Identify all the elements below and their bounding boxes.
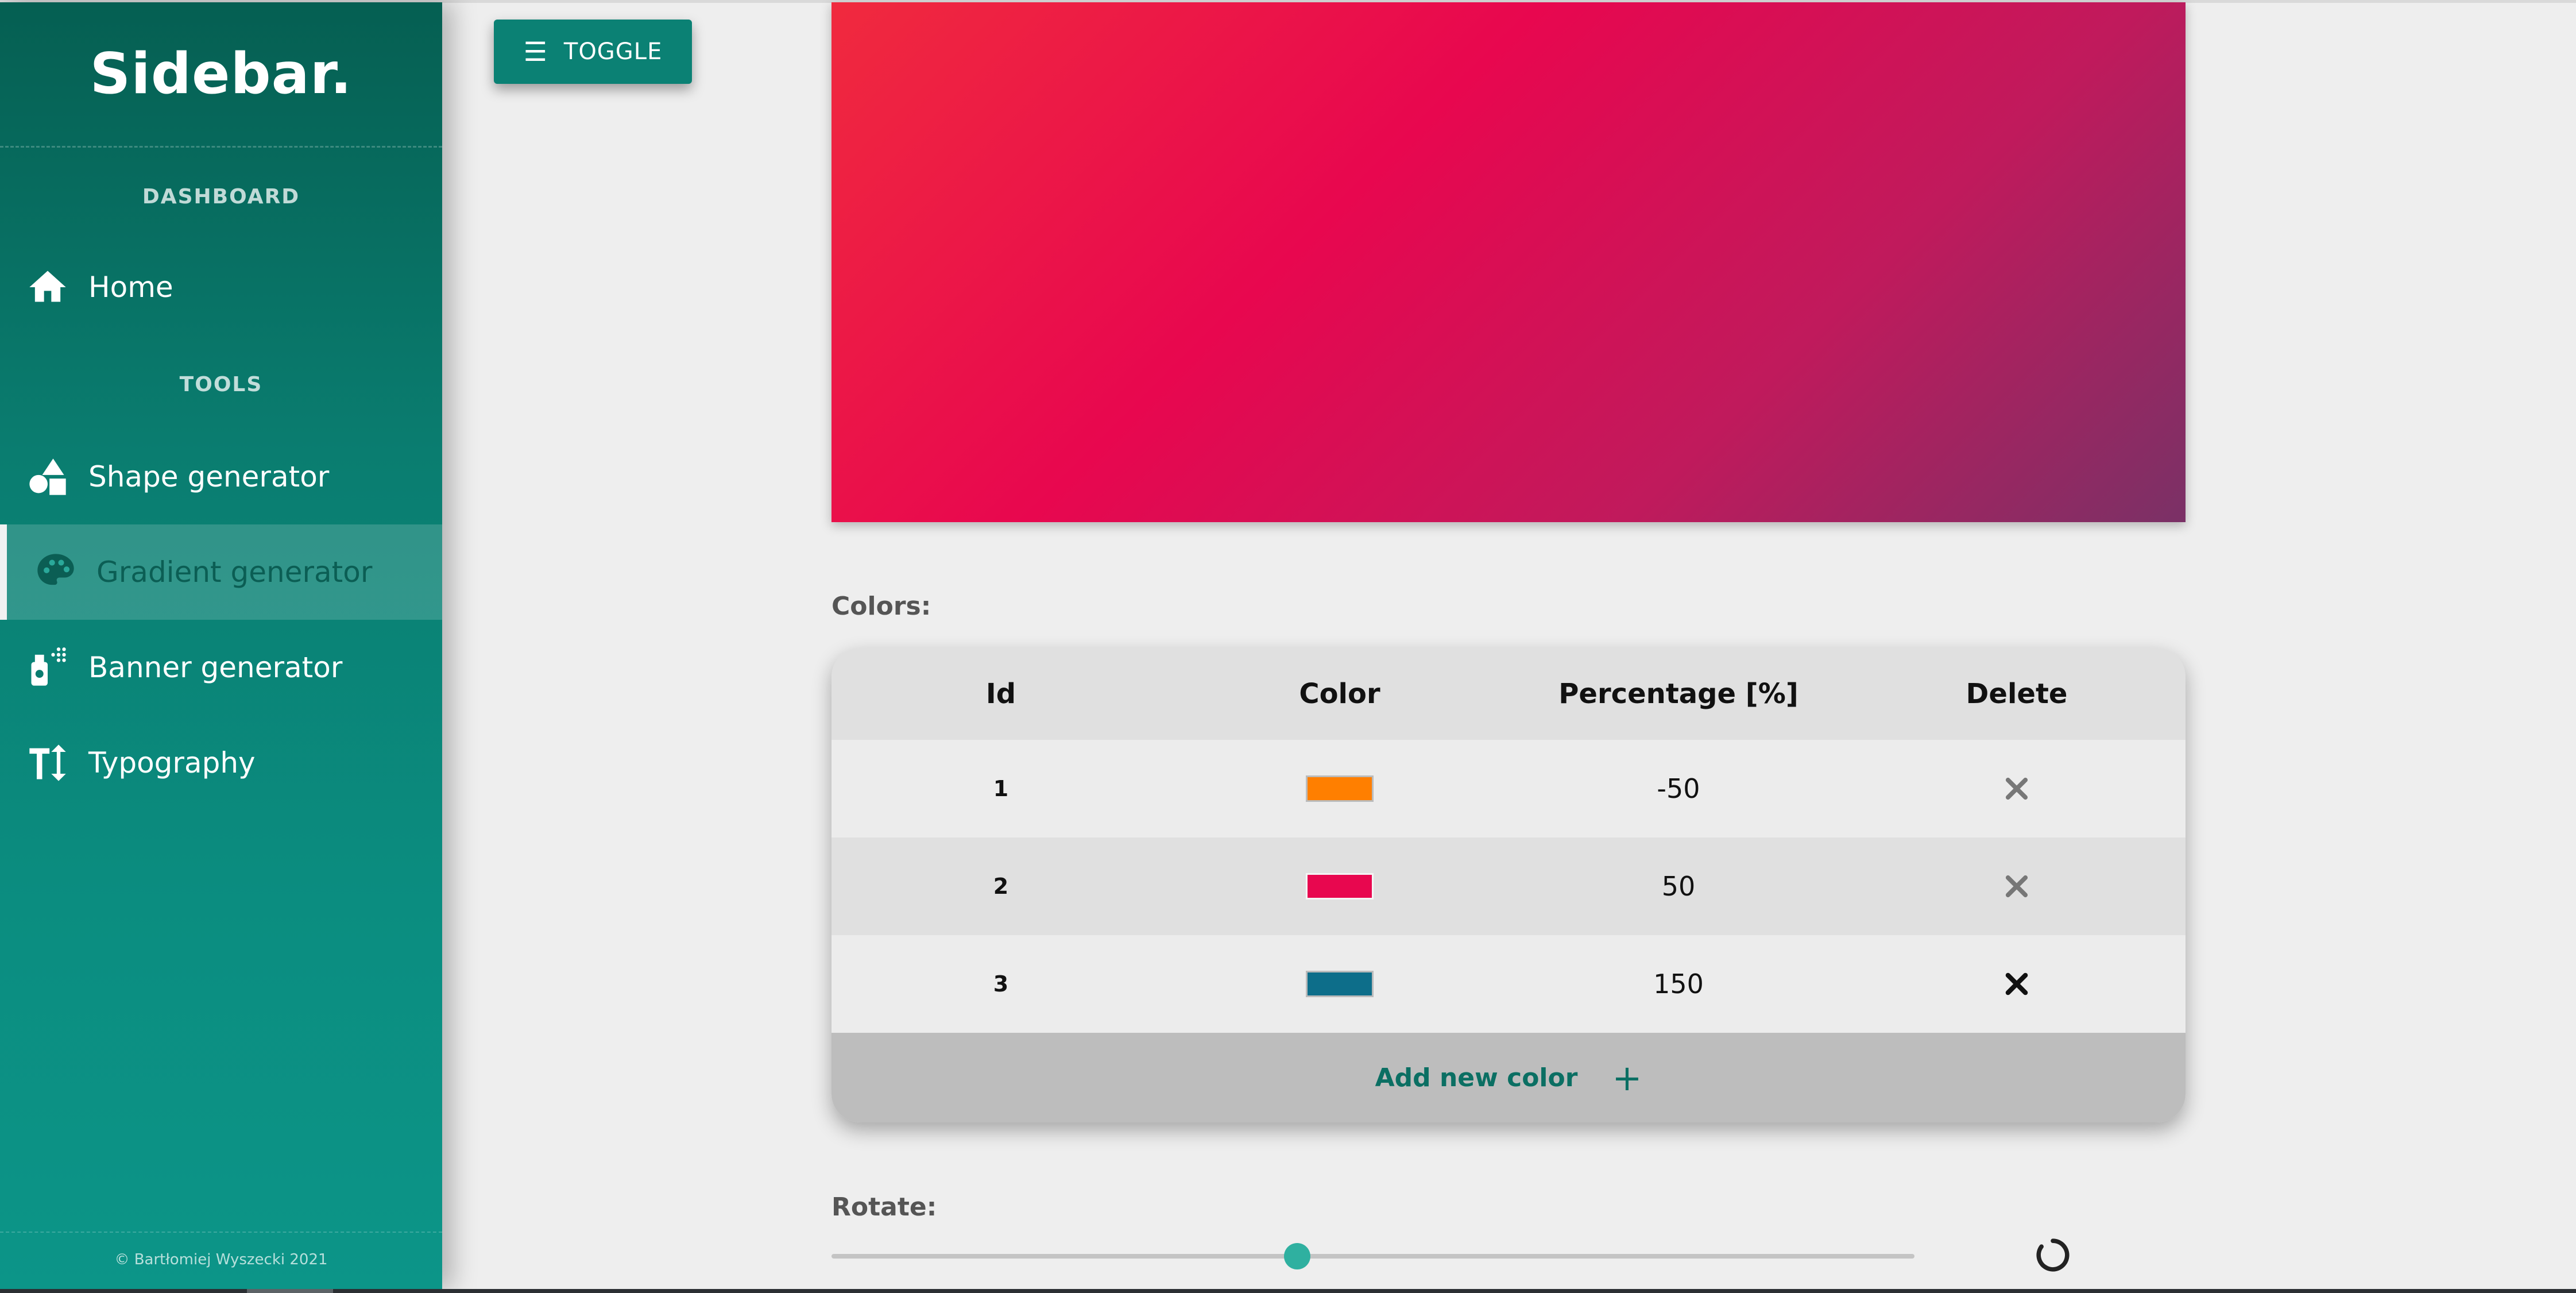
rotate-label: Rotate:: [831, 1192, 937, 1222]
copyright-text: © Bartłomiej Wyszecki 2021: [0, 1232, 442, 1268]
color-cell: [1170, 837, 1509, 935]
toggle-label: TOGGLE: [563, 38, 663, 65]
table-row: 2 50: [831, 837, 2186, 935]
close-icon: [2005, 875, 2028, 898]
close-icon: [2005, 972, 2028, 995]
plus-icon: +: [1612, 1056, 1642, 1099]
sidebar-item-label: Shape generator: [88, 460, 330, 493]
add-color-button[interactable]: Add new color +: [831, 1033, 2186, 1122]
color-cell: [1170, 935, 1509, 1033]
section-tools: TOOLS: [179, 373, 263, 396]
table-row: 3 150: [831, 935, 2186, 1033]
delete-button[interactable]: [1848, 837, 2186, 935]
spray-can-icon: [22, 642, 74, 693]
rotate-slider-track[interactable]: [831, 1254, 1914, 1259]
delete-button[interactable]: [1848, 935, 2186, 1033]
sidebar-item-label: Banner generator: [88, 651, 343, 684]
home-icon: [22, 261, 74, 313]
table-row: 1 -50: [831, 740, 2186, 837]
sidebar-item-gradient-generator[interactable]: Gradient generator: [0, 524, 442, 620]
sidebar-item-label: Typography: [88, 746, 256, 779]
colors-label: Colors:: [831, 592, 931, 621]
header-delete: Delete: [1966, 678, 2068, 710]
taskbar-edge: [0, 1289, 2576, 1293]
color-swatch[interactable]: [1306, 775, 1374, 802]
app-screen: Sidebar. DASHBOARD Home TOOLS Shape gene…: [0, 0, 2576, 1293]
sidebar-brand[interactable]: Sidebar.: [0, 2, 442, 148]
header-percentage: Percentage [%]: [1558, 678, 1798, 710]
gradient-preview: [831, 2, 2186, 522]
sidebar-item-home[interactable]: Home: [0, 240, 442, 335]
row-id: 3: [993, 971, 1009, 997]
color-swatch[interactable]: [1306, 873, 1374, 900]
rotate-preview-icon: [2036, 1238, 2070, 1272]
palette-icon: [30, 546, 82, 598]
sidebar-item-banner-generator[interactable]: Banner generator: [0, 620, 442, 715]
toggle-button[interactable]: ☰ TOGGLE: [494, 20, 692, 84]
row-id: 2: [993, 874, 1009, 899]
rotate-slider-thumb[interactable]: [1283, 1243, 1310, 1269]
close-icon: [2005, 777, 2028, 800]
section-dashboard: DASHBOARD: [142, 185, 300, 209]
shapes-icon: [22, 451, 74, 503]
delete-button[interactable]: [1848, 740, 2186, 837]
color-swatch[interactable]: [1306, 971, 1374, 997]
add-color-label: Add new color: [1375, 1063, 1578, 1093]
percentage-value[interactable]: 50: [1509, 837, 1848, 935]
table-header: Id Color Percentage [%] Delete: [831, 648, 2186, 740]
sidebar-item-label: Home: [88, 271, 173, 304]
percentage-value[interactable]: 150: [1509, 935, 1848, 1033]
sidebar: Sidebar. DASHBOARD Home TOOLS Shape gene…: [0, 2, 442, 1289]
color-cell: [1170, 740, 1509, 837]
percentage-value[interactable]: -50: [1509, 740, 1848, 837]
row-id: 1: [993, 776, 1009, 801]
colors-table: Id Color Percentage [%] Delete 1 -50 2 5…: [831, 648, 2186, 1122]
header-id: Id: [985, 678, 1016, 710]
sidebar-item-label: Gradient generator: [96, 555, 373, 589]
sidebar-item-typography[interactable]: Typography: [0, 715, 442, 810]
taskbar-indicator: [247, 1289, 333, 1293]
menu-icon: ☰: [523, 36, 548, 67]
header-color: Color: [1299, 678, 1380, 710]
sidebar-item-shape-generator[interactable]: Shape generator: [0, 429, 442, 524]
text-height-icon: [22, 737, 74, 789]
